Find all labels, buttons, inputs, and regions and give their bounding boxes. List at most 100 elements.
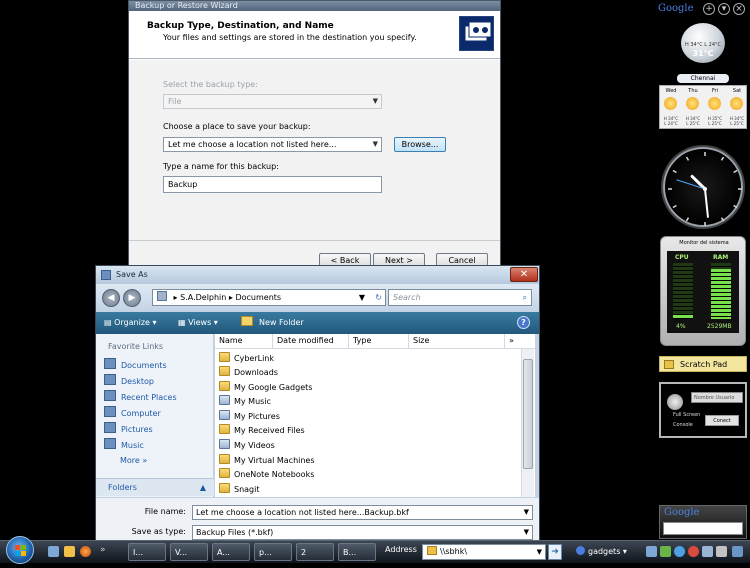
favorite-music[interactable]: Music	[104, 438, 144, 452]
google-search-gadget[interactable]: Google	[659, 505, 747, 539]
scrollbar-thumb[interactable]	[523, 359, 533, 469]
column-name[interactable]: Name	[215, 334, 273, 349]
list-item[interactable]: My Pictures	[219, 410, 280, 424]
save-type-select[interactable]: Backup Files (*.bkf) ▼	[192, 525, 533, 540]
taskbar-button[interactable]: V...	[170, 543, 208, 561]
help-icon[interactable]: ?	[517, 316, 530, 329]
tray-display-icon[interactable]	[732, 546, 743, 557]
forecast-gadget[interactable]: Wed Thu Fri Sat H 34°C L 24°C H 34°C L 25°…	[659, 85, 747, 129]
clock-face-icon	[668, 152, 742, 226]
weather-gadget[interactable]: H 34°C L 24°C 31°C Chennai	[659, 20, 747, 83]
column-type[interactable]: Type	[349, 334, 409, 349]
chevron-down-icon[interactable]: ▼	[359, 290, 365, 305]
new-folder-button[interactable]: New Folder	[241, 312, 304, 334]
back-nav-button[interactable]: ◀	[102, 289, 120, 307]
backup-name-input[interactable]: Backup	[163, 176, 382, 193]
file-name-input[interactable]: Let me choose a location not listed here…	[192, 505, 533, 520]
sun-icon	[708, 97, 721, 110]
place-combo[interactable]: Let me choose a location not listed here…	[163, 137, 382, 152]
list-item[interactable]: My Virtual Machines	[219, 454, 315, 468]
favorite-computer[interactable]: Computer	[104, 406, 161, 420]
dialog-app-icon	[101, 270, 111, 280]
save-as-titlebar: Save As	[96, 266, 539, 284]
list-item[interactable]: Snagit	[219, 483, 260, 497]
tray-antivirus-icon[interactable]	[688, 546, 699, 557]
tray-volume-icon[interactable]	[702, 546, 713, 557]
column-date-modified[interactable]: Date modified	[273, 334, 349, 349]
list-item[interactable]: My Google Gadgets	[219, 381, 312, 395]
refresh-icon[interactable]: ↻	[375, 290, 382, 305]
tray-update-icon[interactable]	[674, 546, 685, 557]
file-list: Name Date modified Type Size » CyberLink…	[215, 334, 535, 497]
forecast-temps: H 34°C L 24°C	[663, 116, 679, 126]
organize-label: Organize	[114, 318, 150, 327]
chevron-double-right-icon[interactable]: »	[100, 545, 106, 555]
list-item[interactable]: My Music	[219, 395, 271, 409]
go-arrow-icon[interactable]: ➜	[548, 544, 562, 560]
close-button[interactable]: ✕	[510, 267, 538, 282]
file-name: My Videos	[234, 441, 275, 450]
gadgets-label: gadgets	[588, 547, 621, 556]
search-input[interactable]: Search ⌕	[388, 289, 532, 306]
favorite-recent-places[interactable]: Recent Places	[104, 390, 177, 404]
videos-folder-icon	[219, 439, 230, 449]
favorite-label: Pictures	[121, 425, 153, 434]
taskbar-button[interactable]: A...	[212, 543, 250, 561]
clock-tick	[672, 204, 677, 209]
chevron-double-right-icon[interactable]: »	[505, 334, 535, 349]
column-size[interactable]: Size	[409, 334, 505, 349]
show-desktop-icon[interactable]	[48, 546, 59, 557]
favorite-documents[interactable]: Documents	[104, 358, 167, 372]
wizard-body: Select the backup type: File ▼ Choose a p…	[129, 60, 500, 268]
tray-security-icon[interactable]	[660, 546, 671, 557]
forecast-day: Fri	[712, 88, 718, 94]
breadcrumb[interactable]: ▸ S.A.Delphin ▸ Documents ▼ ↻	[152, 289, 386, 306]
browse-button[interactable]: Browse...	[394, 137, 446, 152]
menu-icon[interactable]: ▾	[718, 3, 730, 15]
file-name-label: File name:	[144, 507, 186, 516]
list-item[interactable]: Downloads	[219, 366, 278, 380]
folders-toggle[interactable]: Folders ▲	[96, 478, 214, 496]
address-input[interactable]: \\sbhk\ ▼	[422, 544, 546, 560]
taskbar-button[interactable]: I...	[128, 543, 166, 561]
system-monitor-gadget[interactable]: Monitor del sistema CPU RAM 4% 2529MB	[660, 236, 746, 346]
file-name: My Virtual Machines	[234, 456, 315, 465]
vertical-scrollbar[interactable]	[521, 349, 534, 497]
google-gadgets-toolbar[interactable]: gadgets ▾	[572, 543, 642, 561]
taskbar-button[interactable]: 2	[296, 543, 334, 561]
search-icon[interactable]: ⌕	[523, 290, 527, 305]
google-search-input[interactable]	[663, 522, 743, 535]
connect-button[interactable]: Conect	[705, 415, 739, 426]
address-value: \\sbhk\	[440, 547, 468, 556]
more-link[interactable]: More »	[120, 454, 147, 468]
breadcrumb-item-user[interactable]: S.A.Delphin	[180, 293, 226, 302]
close-icon: ✕	[519, 269, 529, 280]
backup-type-combo[interactable]: File ▼	[163, 94, 382, 109]
favorite-desktop[interactable]: Desktop	[104, 374, 154, 388]
tray-network-icon[interactable]	[646, 546, 657, 557]
remote-console-gadget[interactable]: Nombre Usuario Full Screen Console Conec…	[659, 382, 747, 438]
add-gadget-icon[interactable]: +	[703, 3, 715, 15]
close-icon[interactable]: ×	[733, 3, 745, 15]
scratch-pad-label: Scratch Pad	[680, 360, 728, 369]
tray-power-icon[interactable]	[716, 546, 727, 557]
firefox-icon[interactable]	[80, 546, 91, 557]
chevron-down-icon: ▼	[536, 548, 542, 556]
taskbar-button[interactable]: p...	[254, 543, 292, 561]
organize-button[interactable]: ▤ Organize ▾	[104, 312, 157, 334]
favorite-pictures[interactable]: Pictures	[104, 422, 153, 436]
views-button[interactable]: ▦ Views ▾	[178, 312, 218, 334]
taskbar-button[interactable]: B...	[338, 543, 376, 561]
backup-type-label: Select the backup type:	[163, 80, 258, 89]
list-item[interactable]: My Received Files	[219, 424, 305, 438]
username-input[interactable]: Nombre Usuario	[691, 392, 743, 403]
start-button[interactable]	[6, 536, 34, 564]
list-item[interactable]: CyberLink	[219, 352, 274, 366]
forward-nav-button[interactable]: ▶	[123, 289, 141, 307]
scratch-pad-gadget[interactable]: Scratch Pad	[659, 356, 747, 372]
list-item[interactable]: My Videos	[219, 439, 275, 453]
list-item[interactable]: OneNote Notebooks	[219, 468, 314, 482]
breadcrumb-item-documents[interactable]: Documents	[235, 293, 281, 302]
clock-gadget[interactable]	[663, 147, 743, 227]
folder-quicklaunch-icon[interactable]	[64, 546, 75, 557]
